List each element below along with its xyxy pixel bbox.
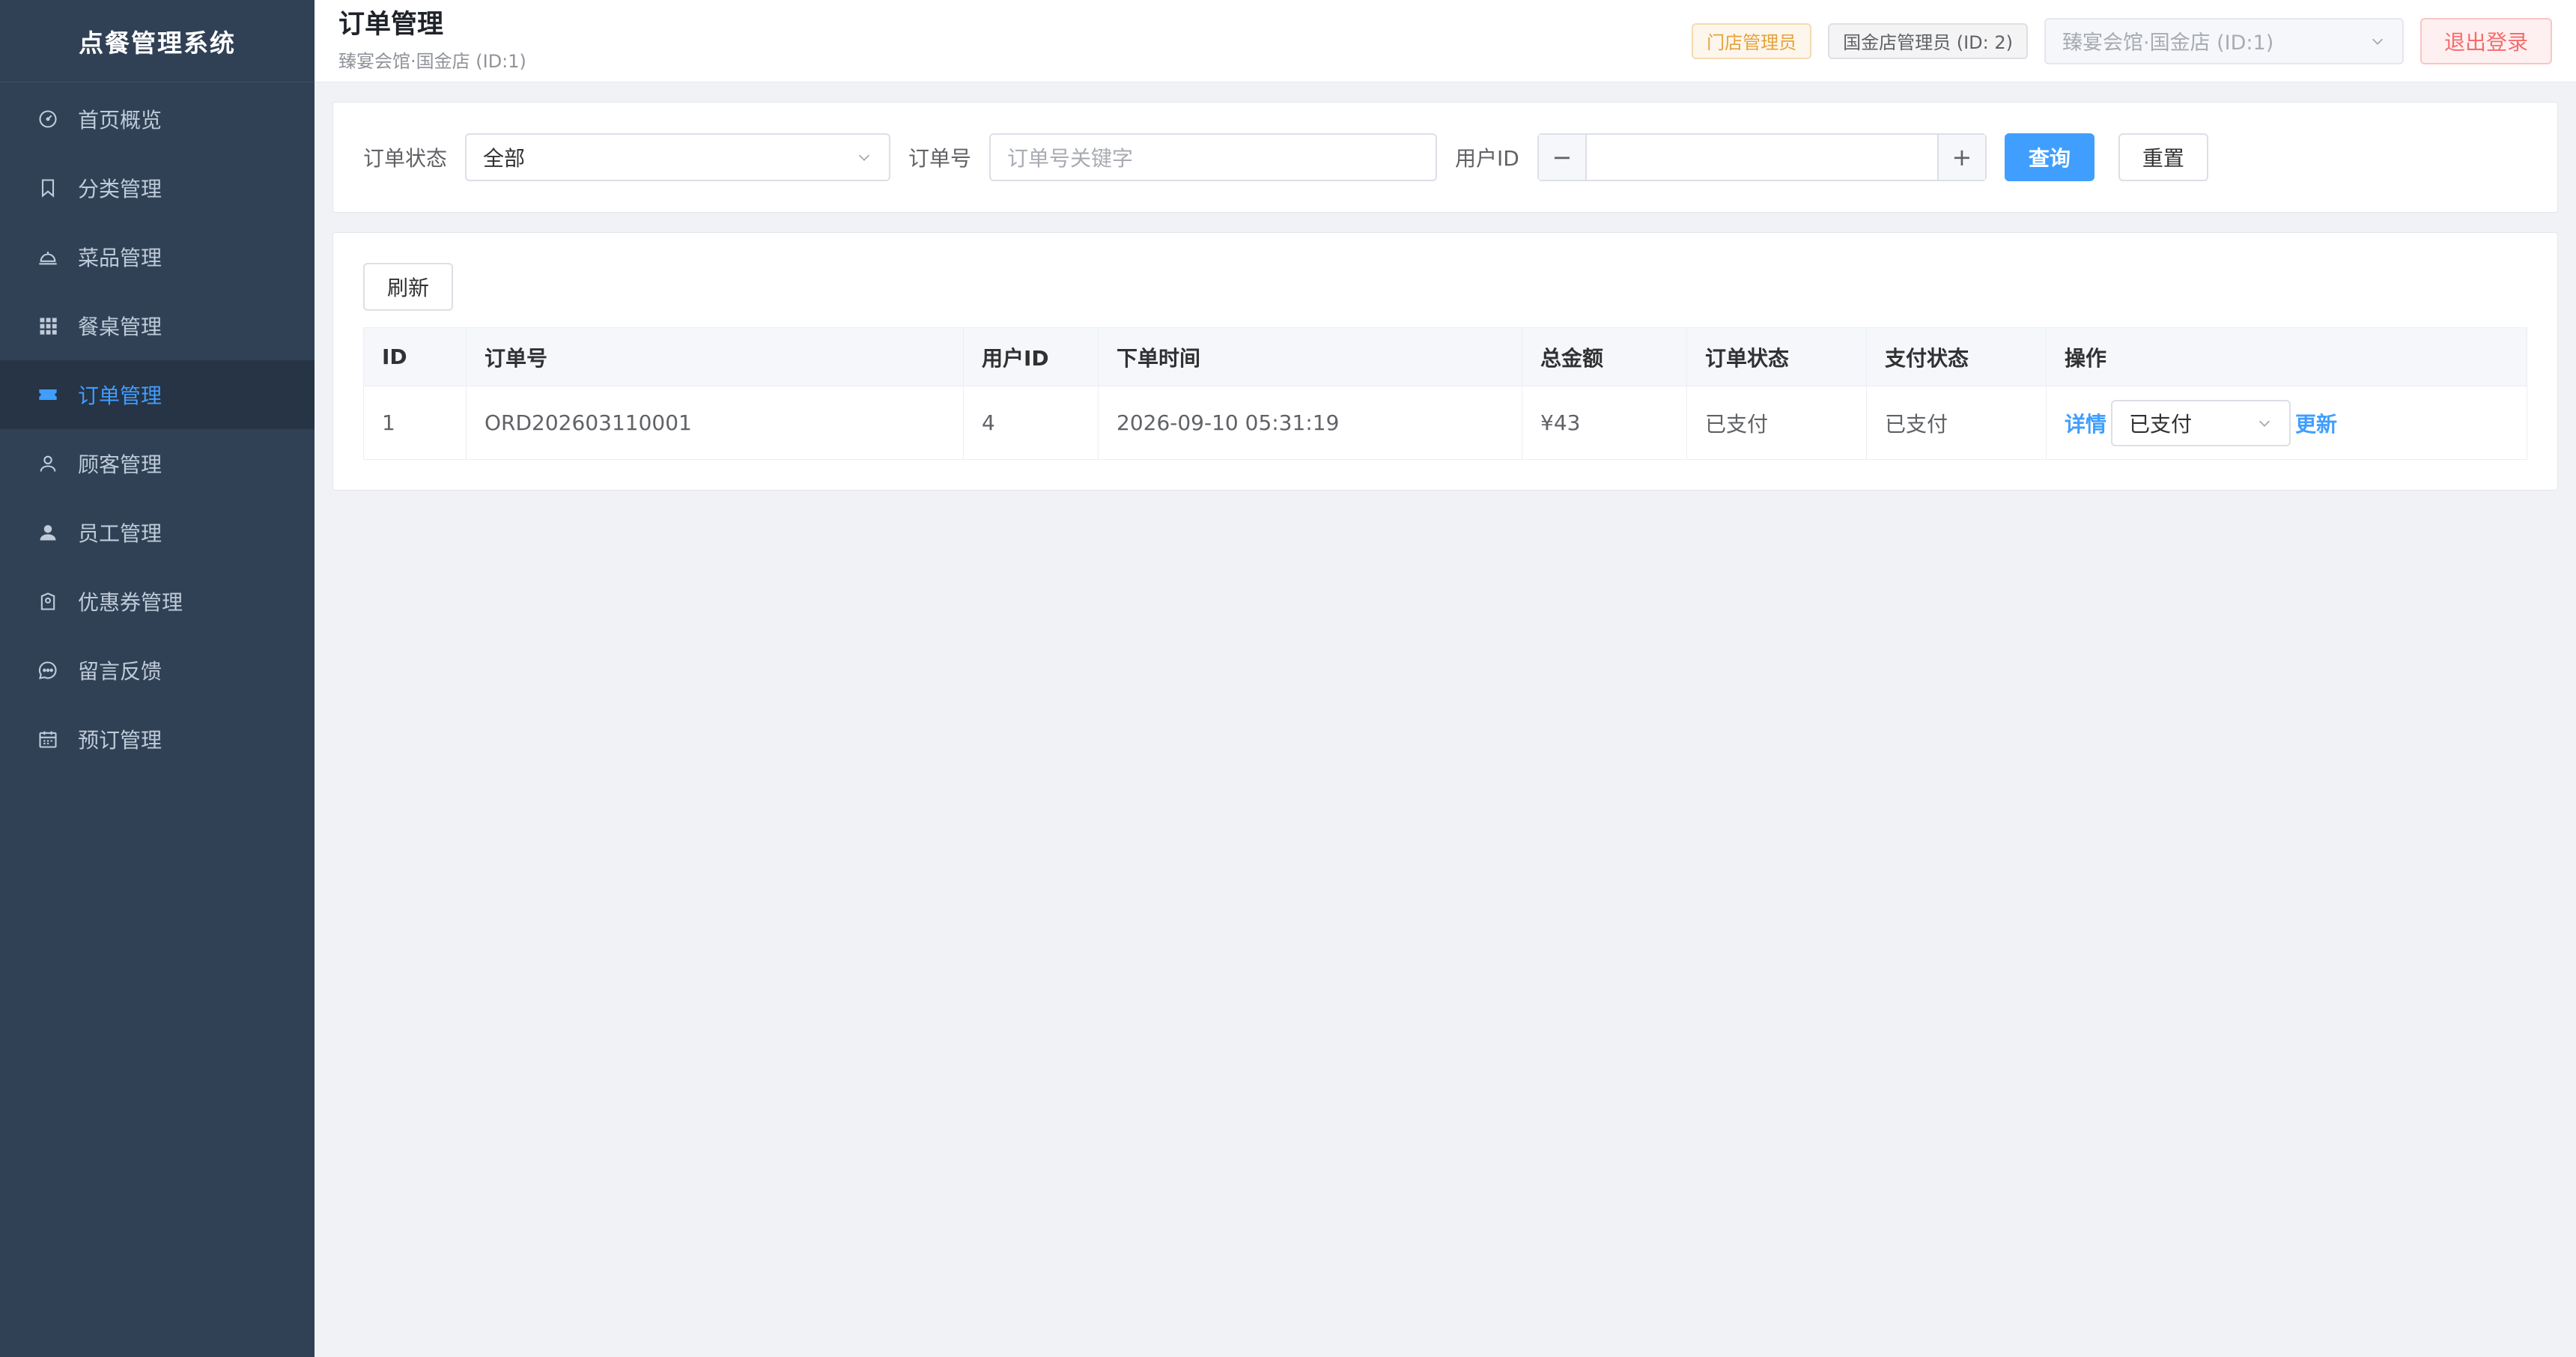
column-header: ID (363, 327, 467, 386)
top-header: 订单管理 臻宴会馆·国金店 (ID:1) 门店管理员 国金店管理员 (ID: 2… (315, 0, 2576, 82)
status-update-select[interactable]: 已支付 (2111, 399, 2291, 446)
sidebar-item-feedback[interactable]: 留言反馈 (0, 636, 315, 705)
sidebar-item-label: 优惠券管理 (78, 590, 183, 615)
column-header: 下单时间 (1098, 327, 1522, 386)
store-select-value: 臻宴会馆·国金店 (ID:1) (2062, 31, 2274, 55)
decrement-button[interactable]: − (1538, 135, 1587, 180)
cell-order-status: 已支付 (1686, 386, 1867, 460)
column-header: 订单状态 (1686, 327, 1867, 386)
sidebar-item-label: 留言反馈 (78, 659, 162, 684)
cell-actions: 详情 已支付 更新 (2046, 386, 2527, 460)
cell-user-id: 4 (963, 386, 1099, 460)
app-root: 点餐管理系统 首页概览 分类管理 菜品管理 餐桌管理 订单管理 顾客管理 员工管… (0, 0, 2576, 1357)
sidebar-item-coupons[interactable]: 优惠券管理 (0, 567, 315, 636)
filter-bar: 订单状态 全部 订单号 订单号关键字 用户ID − + 查询 重置 (332, 102, 2558, 213)
coupon-icon (37, 591, 58, 612)
cell-pay-status: 已支付 (1866, 386, 2047, 460)
sidebar-item-label: 订单管理 (78, 383, 162, 408)
bookmark-icon (37, 177, 58, 198)
user-filled-icon (37, 522, 58, 543)
sidebar-item-label: 员工管理 (78, 521, 162, 546)
sidebar-item-staff[interactable]: 员工管理 (0, 498, 315, 567)
chevron-down-icon (2372, 38, 2384, 45)
sidebar-item-label: 分类管理 (78, 177, 162, 201)
header-title-block: 订单管理 臻宴会馆·国金店 (ID:1) (338, 9, 526, 73)
ticket-icon (37, 384, 58, 405)
grid-icon (37, 315, 58, 336)
order-no-input[interactable]: 订单号关键字 (989, 133, 1438, 181)
sidebar-item-label: 菜品管理 (78, 246, 162, 270)
row-actions: 详情 已支付 更新 (2065, 399, 2509, 446)
sidebar-item-dashboard[interactable]: 首页概览 (0, 85, 315, 154)
sidebar-item-tables[interactable]: 餐桌管理 (0, 291, 315, 360)
user-id-stepper: − + (1537, 133, 1987, 181)
user-id-input[interactable] (1587, 135, 1937, 180)
sidebar-item-category[interactable]: 分类管理 (0, 154, 315, 222)
update-link[interactable]: 更新 (2295, 408, 2337, 438)
cloche-icon (37, 246, 58, 267)
column-header: 用户ID (963, 327, 1099, 386)
cell-amount: ¥43 (1522, 386, 1687, 460)
order-no-label: 订单号 (908, 146, 972, 171)
sidebar-item-label: 预订管理 (78, 728, 162, 753)
reset-button[interactable]: 重置 (2118, 133, 2208, 181)
column-header: 支付状态 (1866, 327, 2047, 386)
table-header-row: ID 订单号 用户ID 下单时间 总金额 订单状态 支付状态 操作 (363, 327, 2527, 386)
status-filter-select[interactable]: 全部 (465, 133, 891, 181)
sidebar-item-customers[interactable]: 顾客管理 (0, 429, 315, 498)
store-select[interactable]: 臻宴会馆·国金店 (ID:1) (2044, 17, 2404, 64)
app-logo-title: 点餐管理系统 (0, 0, 315, 82)
cell-id: 1 (363, 386, 467, 460)
orders-table: ID 订单号 用户ID 下单时间 总金额 订单状态 支付状态 操作 1 ORD2… (363, 327, 2527, 460)
sidebar-item-dishes[interactable]: 菜品管理 (0, 222, 315, 291)
refresh-button[interactable]: 刷新 (363, 263, 454, 311)
orders-card: 刷新 ID 订单号 用户ID 下单时间 总金额 订单状态 支付状态 操作 1 O… (332, 232, 2558, 491)
sidebar-menu: 首页概览 分类管理 菜品管理 餐桌管理 订单管理 顾客管理 员工管理 优惠券管理… (0, 82, 315, 774)
cell-order-no: ORD202603110001 (466, 386, 964, 460)
column-header: 订单号 (466, 327, 964, 386)
sidebar-item-label: 餐桌管理 (78, 315, 162, 339)
chevron-down-icon (2258, 420, 2270, 427)
page-subtitle: 臻宴会馆·国金店 (ID:1) (338, 51, 526, 72)
sidebar-item-label: 首页概览 (78, 108, 162, 133)
logout-button[interactable]: 退出登录 (2419, 17, 2552, 64)
main-area: 订单管理 臻宴会馆·国金店 (ID:1) 门店管理员 国金店管理员 (ID: 2… (315, 0, 2576, 1357)
header-actions: 门店管理员 国金店管理员 (ID: 2) 臻宴会馆·国金店 (ID:1) 退出登… (1675, 17, 2552, 64)
query-button[interactable]: 查询 (2004, 133, 2094, 181)
status-update-value: 已支付 (2129, 411, 2193, 437)
status-filter-label: 订单状态 (363, 146, 448, 171)
increment-button[interactable]: + (1936, 135, 1985, 180)
user-id-label: 用户ID (1455, 146, 1519, 171)
role-tag: 门店管理员 (1692, 22, 1812, 59)
cell-time: 2026-09-10 05:31:19 (1098, 386, 1522, 460)
detail-link[interactable]: 详情 (2065, 408, 2106, 438)
column-header: 操作 (2046, 327, 2527, 386)
column-header: 总金额 (1522, 327, 1687, 386)
sidebar: 点餐管理系统 首页概览 分类管理 菜品管理 餐桌管理 订单管理 顾客管理 员工管… (0, 0, 315, 1357)
content-area: 订单状态 全部 订单号 订单号关键字 用户ID − + 查询 重置 刷新 ID … (315, 82, 2576, 510)
user-outline-icon (37, 453, 58, 474)
user-tag: 国金店管理员 (ID: 2) (1828, 22, 2028, 59)
chat-icon (37, 660, 58, 681)
page-title: 订单管理 (338, 10, 444, 40)
sidebar-item-label: 顾客管理 (78, 452, 162, 477)
dashboard-icon (37, 109, 58, 130)
status-filter-value: 全部 (483, 146, 526, 171)
calendar-icon (37, 729, 58, 750)
sidebar-item-reservations[interactable]: 预订管理 (0, 705, 315, 774)
table-row: 1 ORD202603110001 4 2026-09-10 05:31:19 … (363, 386, 2527, 460)
sidebar-item-orders[interactable]: 订单管理 (0, 360, 315, 429)
chevron-down-icon (858, 154, 870, 161)
